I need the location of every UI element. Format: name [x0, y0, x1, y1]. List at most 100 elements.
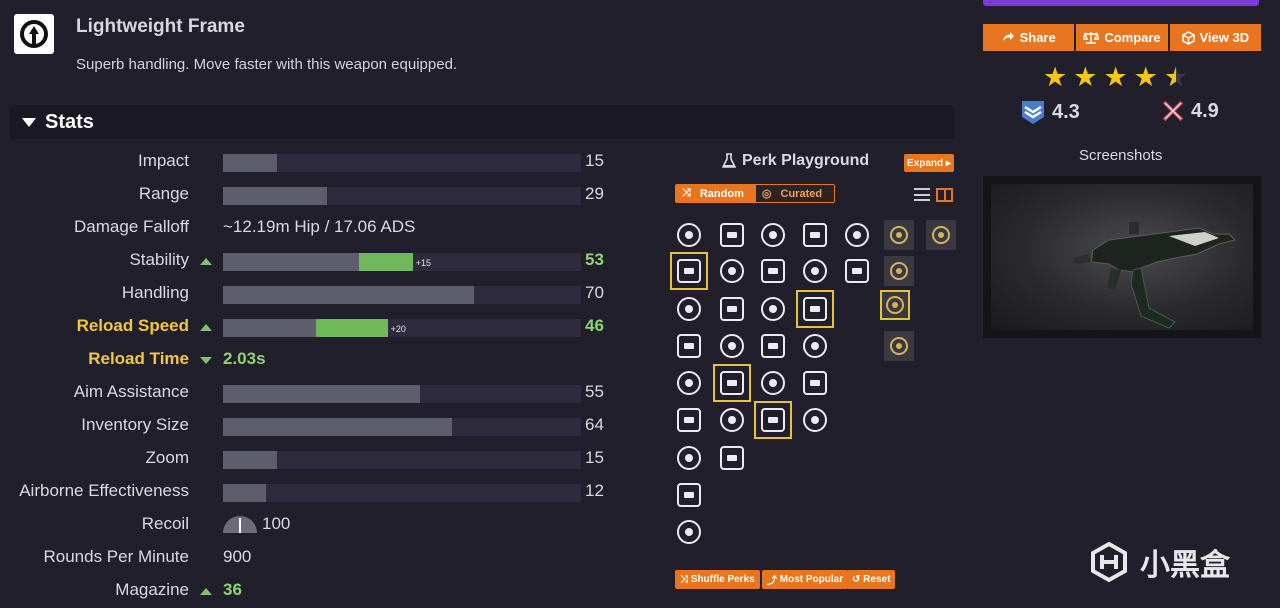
perk-playground-label: Perk Playground	[742, 152, 870, 169]
trait-perk-icon[interactable]	[880, 290, 910, 320]
most-popular-button[interactable]: ⤴ Most Popular	[762, 570, 849, 589]
perk-icon[interactable]	[716, 404, 748, 436]
stat-name: Magazine	[115, 580, 189, 599]
perk-icon[interactable]	[673, 516, 705, 548]
stat-row: Damage Falloff ~12.19m Hip / 17.06 ADS	[0, 214, 640, 242]
perk-icon[interactable]	[673, 367, 705, 399]
stat-value: 2.03s	[223, 349, 266, 368]
perk-icon[interactable]	[673, 293, 705, 325]
trend-up-icon	[200, 258, 212, 265]
stat-row: Reload Speed +20 46	[0, 313, 640, 341]
frame-description: Superb handling. Move faster with this w…	[76, 56, 458, 73]
watermark: 小黑盒	[1088, 540, 1230, 584]
stat-name: Impact	[137, 151, 189, 170]
perk-icon[interactable]	[673, 442, 705, 474]
view3d-button[interactable]: View 3D	[1169, 24, 1261, 51]
stat-value: 53	[585, 250, 604, 269]
action-bar: Share Compare View 3D	[983, 24, 1261, 51]
trait-perk-icon[interactable]	[884, 256, 914, 286]
stat-bar-bonus	[359, 253, 413, 271]
trait-perk-icon[interactable]	[884, 220, 914, 250]
perk-icon[interactable]	[799, 219, 831, 251]
perk-icon[interactable]	[757, 255, 789, 287]
pve-rating-value: 4.3	[1052, 100, 1080, 123]
star-icon: ★	[1103, 62, 1128, 92]
perk-icon[interactable]	[716, 330, 748, 362]
perk-icon[interactable]	[713, 364, 751, 402]
perk-icon[interactable]	[673, 219, 705, 251]
perk-icon[interactable]	[754, 401, 792, 439]
stat-bar	[223, 154, 581, 172]
stat-row: Recoil 100	[0, 511, 640, 539]
trait-perk-icon[interactable]	[884, 331, 914, 361]
stat-value: 100	[262, 514, 291, 533]
stat-bar-fill	[223, 418, 453, 436]
expand-button[interactable]: Expand ▸	[904, 154, 954, 172]
reset-button[interactable]: ↺ Reset	[847, 570, 896, 589]
stat-value: 46	[585, 316, 604, 335]
most-popular-label: Most Popular	[779, 574, 844, 585]
perk-icon[interactable]	[799, 255, 831, 287]
stat-name: Inventory Size	[81, 415, 189, 434]
perk-icon[interactable]	[757, 293, 789, 325]
stat-bonus-label: +15	[415, 258, 432, 268]
stat-name: Reload Time	[88, 349, 189, 368]
pve-rating: 4.3	[1020, 99, 1080, 125]
stats-section-toggle[interactable]: Stats	[10, 105, 954, 139]
screenshots-label: Screenshots	[1079, 147, 1163, 164]
perk-icon[interactable]	[673, 479, 705, 511]
stat-bar	[223, 187, 581, 205]
stat-value: 12	[585, 481, 604, 500]
perk-icon[interactable]	[757, 367, 789, 399]
grid-view-icon[interactable]	[936, 188, 953, 202]
perk-icon[interactable]	[673, 330, 705, 362]
stat-row: Magazine 36	[0, 577, 640, 605]
stat-name: Stability	[129, 250, 189, 269]
perk-icon[interactable]	[799, 367, 831, 399]
perk-mode-toggle[interactable]: ⤨ Random ◎ Curated	[675, 184, 836, 203]
stat-value: 64	[585, 415, 604, 434]
perk-icon[interactable]	[796, 290, 834, 328]
star-icon: ★	[1133, 62, 1158, 92]
stat-name: Zoom	[145, 448, 189, 467]
pvp-rating-value: 4.9	[1191, 99, 1219, 122]
stat-bar: +15	[223, 253, 581, 271]
weapon-screenshot[interactable]	[983, 176, 1261, 338]
perk-icon[interactable]	[716, 442, 748, 474]
stat-row: Reload Time 2.03s	[0, 346, 640, 374]
stat-bar	[223, 385, 581, 403]
stat-value: ~12.19m Hip / 17.06 ADS	[223, 217, 416, 236]
stat-bar: +20	[223, 319, 581, 337]
perk-icon[interactable]	[716, 219, 748, 251]
shuffle-perks-button[interactable]: ⤨ Shuffle Perks	[675, 570, 760, 589]
star-rating: ★ ★ ★ ★ ★ ★	[1043, 62, 1188, 92]
mode-random-button[interactable]: ⤨ Random	[676, 185, 756, 202]
perk-icon[interactable]	[799, 330, 831, 362]
perk-icon[interactable]	[841, 219, 873, 251]
perk-icon[interactable]	[716, 293, 748, 325]
stat-name: Rounds Per Minute	[43, 547, 189, 566]
stat-bar-fill	[223, 319, 317, 337]
top-purple-button[interactable]	[983, 0, 1259, 6]
stat-bar	[223, 451, 581, 469]
compare-button[interactable]: Compare	[1076, 24, 1168, 51]
stat-bar-bonus	[316, 319, 388, 337]
perk-icon[interactable]	[757, 219, 789, 251]
mode-curated-button[interactable]: ◎ Curated	[755, 185, 835, 202]
perk-icon[interactable]	[673, 404, 705, 436]
stat-row: Rounds Per Minute 900	[0, 544, 640, 572]
perk-icon[interactable]	[841, 255, 873, 287]
stat-bar	[223, 286, 581, 304]
perk-icon[interactable]	[670, 252, 708, 290]
pvp-rating: 4.9	[1161, 99, 1219, 123]
stat-name: Airborne Effectiveness	[19, 481, 189, 500]
share-button[interactable]: Share	[983, 24, 1075, 51]
trait-perk-icon[interactable]	[926, 220, 956, 250]
stat-row: Range 29	[0, 181, 640, 209]
perk-icon[interactable]	[716, 255, 748, 287]
stat-value: 29	[585, 184, 604, 203]
perk-icon[interactable]	[757, 330, 789, 362]
perk-icon[interactable]	[799, 404, 831, 436]
pvp-crossed-swords-icon	[1162, 100, 1184, 122]
list-view-icon[interactable]	[914, 188, 930, 201]
